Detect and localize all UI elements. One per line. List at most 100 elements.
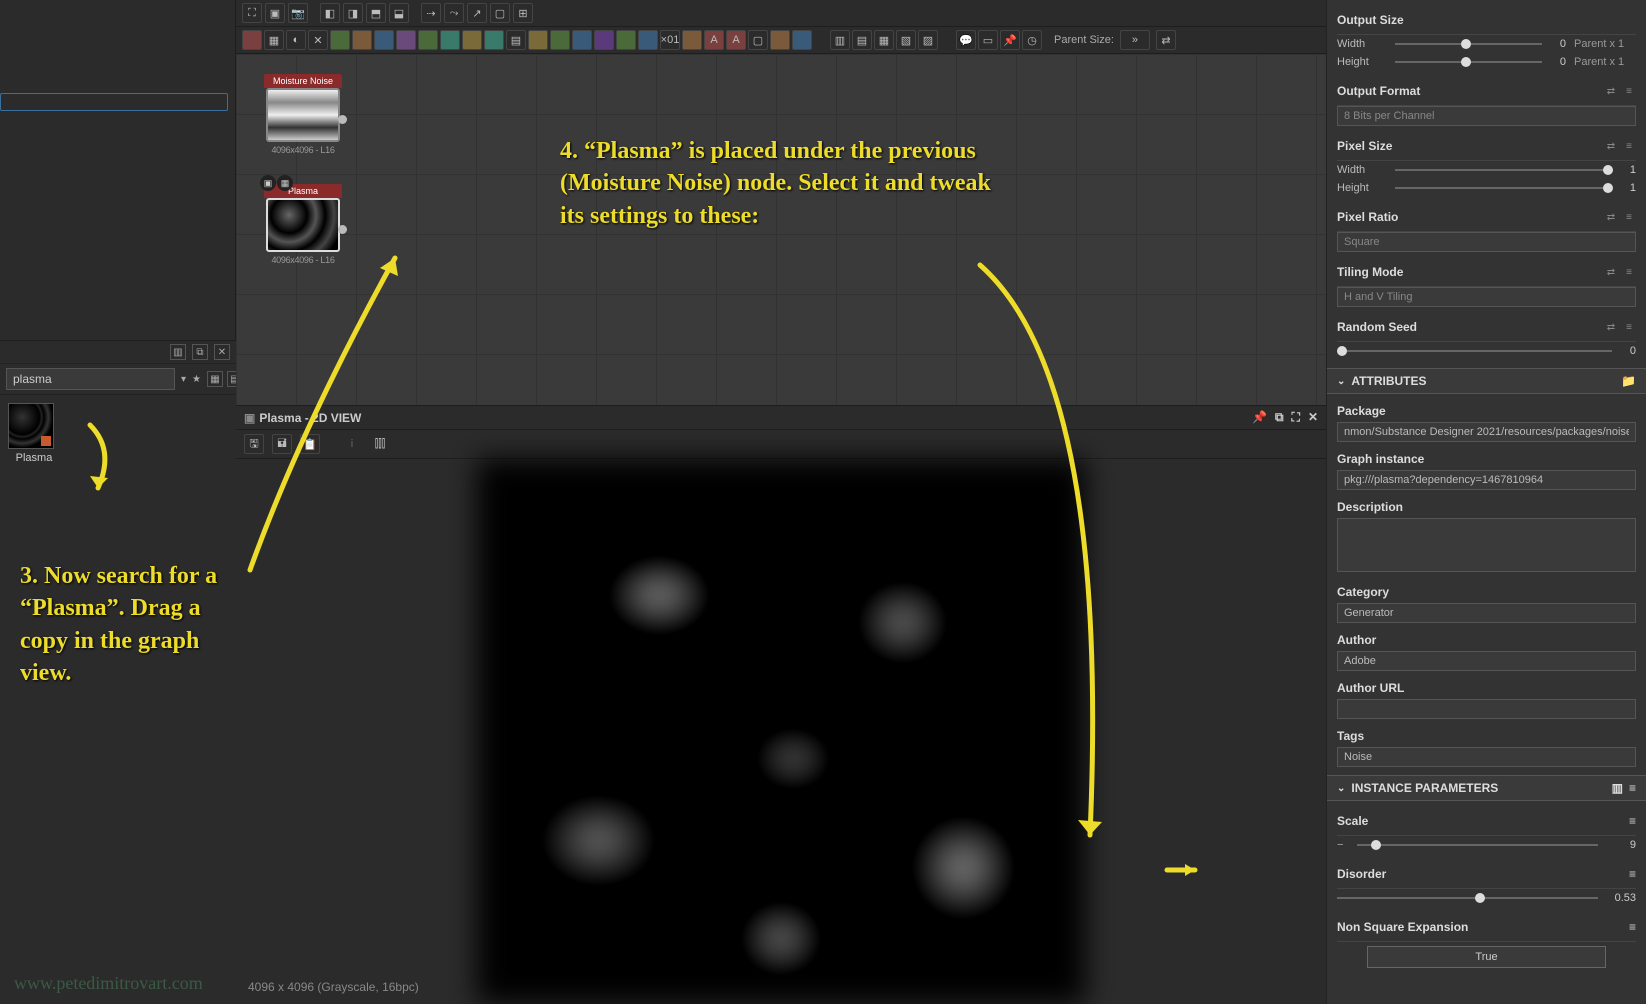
- camera-icon[interactable]: 📷: [288, 3, 308, 23]
- close-icon[interactable]: ✕: [1308, 410, 1318, 425]
- node-palette-icon[interactable]: [638, 30, 658, 50]
- node-palette-icon[interactable]: [792, 30, 812, 50]
- node-palette-icon[interactable]: [462, 30, 482, 50]
- link-param-icon[interactable]: ⇄: [1604, 84, 1618, 98]
- node-palette-icon[interactable]: [484, 30, 504, 50]
- align-bottom-icon[interactable]: ⬓: [389, 3, 409, 23]
- node-palette-icon[interactable]: ▥: [830, 30, 850, 50]
- node-palette-icon[interactable]: [242, 30, 262, 50]
- node-palette-icon[interactable]: A: [704, 30, 724, 50]
- link-param-icon[interactable]: ⇄: [1604, 139, 1618, 153]
- comment-icon[interactable]: 💬: [956, 30, 976, 50]
- node-output-connector[interactable]: [338, 115, 347, 124]
- node-palette-icon[interactable]: [374, 30, 394, 50]
- node-plasma[interactable]: ▣▦ Plasma 4096x4096 - L16: [264, 184, 342, 265]
- node-palette-icon[interactable]: ▤: [852, 30, 872, 50]
- dropdown-output-format[interactable]: 8 Bits per Channel: [1337, 106, 1636, 126]
- panel-split-icon[interactable]: ▥: [170, 344, 186, 360]
- align-right-icon[interactable]: ◨: [343, 3, 363, 23]
- slider-px-width[interactable]: [1395, 165, 1612, 175]
- node-palette-icon[interactable]: [770, 30, 790, 50]
- save-as-icon[interactable]: 🖬: [272, 434, 292, 454]
- node-palette-icon[interactable]: A: [726, 30, 746, 50]
- route-icon[interactable]: ↗: [467, 3, 487, 23]
- node-palette-icon[interactable]: ▦: [264, 30, 284, 50]
- node-palette-icon[interactable]: ◐: [286, 30, 306, 50]
- grid-icon[interactable]: ⊞: [513, 3, 533, 23]
- square-icon[interactable]: ▢: [490, 3, 510, 23]
- slider-disorder[interactable]: [1337, 893, 1598, 903]
- link-size-icon[interactable]: ⇄: [1156, 30, 1176, 50]
- menu-icon[interactable]: ≡: [1629, 920, 1636, 934]
- node-palette-icon[interactable]: ▢: [748, 30, 768, 50]
- toggle-non-square-expansion[interactable]: True: [1367, 946, 1606, 968]
- maximize-icon[interactable]: ⛶: [1292, 410, 1300, 425]
- node-palette-icon[interactable]: ✕: [308, 30, 328, 50]
- gauge-icon[interactable]: ◷: [1022, 30, 1042, 50]
- slider-scale[interactable]: [1357, 840, 1598, 850]
- folder-icon[interactable]: 📁: [1621, 374, 1636, 388]
- input-package[interactable]: [1337, 422, 1636, 442]
- node-palette-icon[interactable]: [616, 30, 636, 50]
- dropdown-pixel-ratio[interactable]: Square: [1337, 232, 1636, 252]
- fit-icon[interactable]: ▣: [265, 3, 285, 23]
- slider-output-width[interactable]: [1395, 39, 1542, 49]
- node-palette-icon[interactable]: [418, 30, 438, 50]
- input-author[interactable]: [1337, 651, 1636, 671]
- favorite-icon[interactable]: ★: [192, 371, 201, 387]
- node-palette-icon[interactable]: ▤: [506, 30, 526, 50]
- node-palette-icon[interactable]: [396, 30, 416, 50]
- node-palette-icon[interactable]: [572, 30, 592, 50]
- unlink-icon[interactable]: ⤳: [444, 3, 464, 23]
- histogram-icon[interactable]: ⫿⫿⫿: [370, 434, 390, 454]
- node-moisture-noise[interactable]: Moisture Noise 4096x4096 - L16: [264, 74, 342, 155]
- node-palette-icon[interactable]: [330, 30, 350, 50]
- pin-icon[interactable]: 📌: [1000, 30, 1020, 50]
- input-description[interactable]: [1337, 518, 1636, 572]
- node-palette-icon[interactable]: [550, 30, 570, 50]
- frame-icon[interactable]: ▭: [978, 30, 998, 50]
- library-search-input[interactable]: [6, 368, 175, 390]
- node-palette-icon[interactable]: ▦: [874, 30, 894, 50]
- menu-icon[interactable]: ≡: [1629, 814, 1636, 828]
- node-palette-icon[interactable]: ▧: [896, 30, 916, 50]
- align-top-icon[interactable]: ⬒: [366, 3, 386, 23]
- save-icon[interactable]: 🖫: [244, 434, 264, 454]
- parent-size-dropdown[interactable]: »: [1120, 30, 1150, 50]
- input-graph-instance[interactable]: [1337, 470, 1636, 490]
- section-instance-parameters[interactable]: ⌄INSTANCE PARAMETERS▥≡: [1327, 775, 1646, 801]
- node-palette-icon[interactable]: [352, 30, 372, 50]
- slider-random-seed[interactable]: [1337, 346, 1612, 356]
- copy-icon[interactable]: 📋: [300, 434, 320, 454]
- input-author-url[interactable]: [1337, 699, 1636, 719]
- panel-close-icon[interactable]: ✕: [214, 344, 230, 360]
- menu-icon[interactable]: ≡: [1622, 84, 1636, 98]
- pin-icon[interactable]: 📌: [1252, 410, 1267, 425]
- section-attributes[interactable]: ⌄ATTRIBUTES📁: [1327, 368, 1646, 394]
- panel-popout-icon[interactable]: ⧉: [192, 344, 208, 360]
- menu-icon[interactable]: ≡: [1622, 210, 1636, 224]
- filter-icon[interactable]: ▾: [181, 371, 186, 387]
- menu-icon[interactable]: ≡: [1622, 320, 1636, 334]
- popout-icon[interactable]: ⧉: [1275, 410, 1284, 425]
- menu-icon[interactable]: ≡: [1629, 867, 1636, 881]
- library-item-plasma[interactable]: Plasma: [8, 403, 60, 464]
- input-tags[interactable]: [1337, 747, 1636, 767]
- menu-icon[interactable]: ≡: [1629, 781, 1636, 795]
- dropdown-tiling-mode[interactable]: H and V Tiling: [1337, 287, 1636, 307]
- node-palette-icon[interactable]: [682, 30, 702, 50]
- menu-icon[interactable]: ≡: [1622, 139, 1636, 153]
- info-icon[interactable]: i: [342, 434, 362, 454]
- node-palette-icon[interactable]: [440, 30, 460, 50]
- node-output-connector[interactable]: [338, 225, 347, 234]
- slider-px-height[interactable]: [1395, 183, 1612, 193]
- node-palette-icon[interactable]: [528, 30, 548, 50]
- viewer-canvas[interactable]: 4096 x 4096 (Grayscale, 16bpc): [236, 459, 1326, 1004]
- link-param-icon[interactable]: ⇄: [1604, 210, 1618, 224]
- link-icon[interactable]: ⇢: [421, 3, 441, 23]
- menu-icon[interactable]: ≡: [1622, 265, 1636, 279]
- slider-output-height[interactable]: [1395, 57, 1542, 67]
- explorer-selection[interactable]: [0, 93, 228, 111]
- grid-view-icon[interactable]: ▦: [207, 371, 223, 387]
- link-param-icon[interactable]: ⇄: [1604, 320, 1618, 334]
